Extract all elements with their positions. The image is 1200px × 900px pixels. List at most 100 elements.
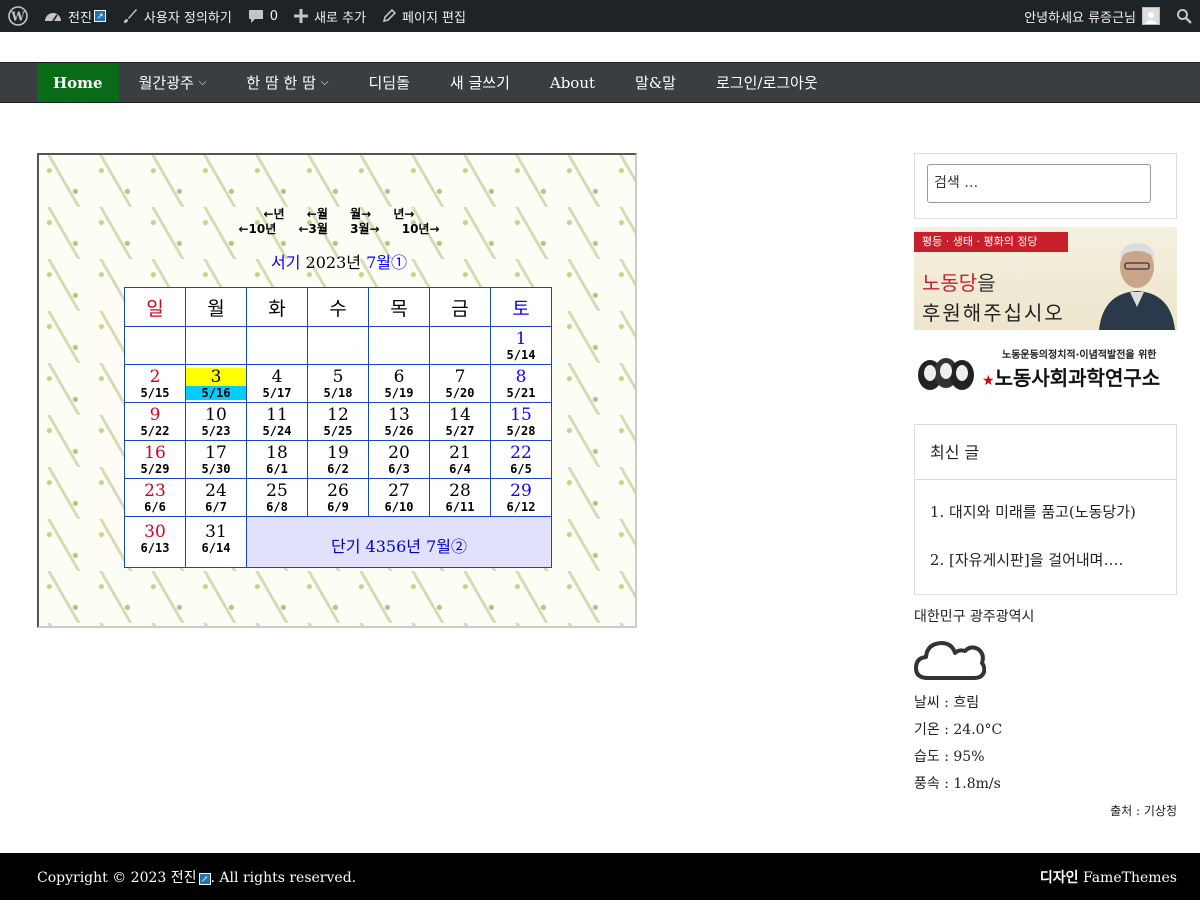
institute-subtitle: 노동운동의정치적·이념적발전을 위한 <box>1002 350 1157 361</box>
calendar-day[interactable]: 8 5/21 <box>490 364 552 403</box>
calendar-day[interactable]: 3 5/16 <box>185 364 247 403</box>
calendar-day[interactable]: 14 5/27 <box>429 402 491 441</box>
calendar-day[interactable]: 11 5/24 <box>246 402 308 441</box>
calendar-day[interactable]: 4 5/17 <box>246 364 308 403</box>
calendar-day[interactable]: 27 6/10 <box>368 478 430 517</box>
calendar-day[interactable]: 15 5/28 <box>490 402 552 441</box>
lunar-date: 5/16 <box>186 386 246 400</box>
recent-post-link[interactable]: [자유게시판]을 걸어내며…. <box>949 550 1176 570</box>
calendar-week: 2 5/15 3 5/16 4 5/17 5 5/18 6 5/19 7 5/20 8 5/21 <box>124 364 552 403</box>
nav-item-login-logout[interactable]: 로그인/로그아웃 <box>696 63 838 102</box>
svg-text:W: W <box>10 10 25 24</box>
calendar-day[interactable]: 23 6/6 <box>124 478 186 517</box>
labor-social-science-institute-banner[interactable]: 노동운동의정치적·이념적발전을 위한 ★노동사회과학연구소 <box>914 343 1177 395</box>
calendar-day[interactable]: 17 5/30 <box>185 440 247 479</box>
lunar-date: 5/20 <box>445 386 475 400</box>
lunar-date: 6/12 <box>506 500 536 514</box>
copyright-suffix: . All rights reserved. <box>210 869 357 886</box>
calendar-week: 16 5/29 17 5/30 18 6/1 19 6/2 20 6/3 21 6/4 22 6/5 <box>124 440 552 479</box>
solar-date: 1 <box>515 329 527 349</box>
site-name-link[interactable]: 전진 ↗ <box>36 0 114 32</box>
calendar-day[interactable]: 13 5/26 <box>368 402 430 441</box>
next-10-years-link[interactable]: 10년→ <box>402 222 440 236</box>
banner-tagline: 평등 · 생태 · 평화의 정당 <box>914 232 1068 252</box>
calendar-day[interactable]: 26 6/9 <box>307 478 369 517</box>
calendar-day[interactable]: 9 5/22 <box>124 402 186 441</box>
next-3-months-link[interactable]: 3월→ <box>350 222 379 236</box>
calendar-day[interactable]: 12 5/25 <box>307 402 369 441</box>
calendar-day[interactable]: 24 6/7 <box>185 478 247 517</box>
calendar-day[interactable]: 1 5/14 <box>490 326 552 365</box>
prev-3-months-link[interactable]: ←3월 <box>298 222 327 236</box>
labor-party-donation-banner[interactable]: 평등 · 생태 · 평화의 정당 노동당을 후원해주십시오 <box>914 227 1177 330</box>
prev-10-years-link[interactable]: ←10년 <box>238 222 276 236</box>
calendar-day[interactable]: 18 6/1 <box>246 440 308 479</box>
lunar-date: 5/29 <box>140 462 170 476</box>
lunar-date: 5/25 <box>323 424 353 438</box>
recent-post-link[interactable]: 대지와 미래를 품고(노동당가) <box>949 502 1176 522</box>
calendar-day[interactable]: 5 5/18 <box>307 364 369 403</box>
theme-author-link[interactable]: FameThemes <box>1083 870 1177 886</box>
comments-link[interactable]: 0 <box>240 0 286 32</box>
prev-month-link[interactable]: ←월 <box>307 207 328 221</box>
wordpress-logo-icon[interactable]: W <box>0 0 36 32</box>
search-widget: 검색 … <box>914 153 1177 219</box>
calendar-day[interactable]: 29 6/12 <box>490 478 552 517</box>
calendar-day[interactable]: 19 6/2 <box>307 440 369 479</box>
nav-item-stitch[interactable]: 한 땀 한 땀 ⌵ <box>226 63 348 102</box>
calendar-day[interactable]: 16 5/29 <box>124 440 186 479</box>
solar-date: 9 <box>149 405 161 425</box>
solar-date: 22 <box>510 443 532 463</box>
account-menu[interactable]: 안녕하세요 류증근님 <box>1016 0 1168 32</box>
admin-search-button[interactable] <box>1168 0 1200 32</box>
calendar-day[interactable]: 25 6/8 <box>246 478 308 517</box>
next-month-link[interactable]: 월→ <box>350 207 371 221</box>
calendar-day[interactable]: 30 6/13 <box>124 516 186 568</box>
calendar-day[interactable]: 10 5/23 <box>185 402 247 441</box>
nav-label: About <box>549 73 596 92</box>
lunar-date: 6/8 <box>266 500 288 514</box>
calendar-day[interactable]: 6 5/19 <box>368 364 430 403</box>
solar-date: 11 <box>266 405 288 425</box>
lunar-date: 6/13 <box>140 541 170 555</box>
edit-page-link[interactable]: 페이지 편집 <box>374 0 474 32</box>
nav-label: 한 땀 한 땀 <box>246 74 316 92</box>
heading-month: 7월① <box>366 253 407 272</box>
chevron-down-icon: ⌵ <box>198 77 207 88</box>
calendar-week: 1 5/14 <box>124 326 552 365</box>
lunar-date: 6/1 <box>266 462 288 476</box>
calendar-day[interactable]: 22 6/5 <box>490 440 552 479</box>
lunar-date: 6/5 <box>510 462 532 476</box>
calendar-day[interactable]: 31 6/14 <box>185 516 247 568</box>
customize-link[interactable]: 사용자 정의하기 <box>114 0 240 32</box>
new-content-link[interactable]: 새로 추가 <box>286 0 374 32</box>
calendar-day[interactable]: 7 5/20 <box>429 364 491 403</box>
lunar-date: 5/17 <box>262 386 292 400</box>
lunar-date: 5/24 <box>262 424 292 438</box>
calendar-empty-cell <box>185 326 247 365</box>
nav-item-home[interactable]: Home <box>37 63 119 102</box>
recent-posts-widget: 최신 글 대지와 미래를 품고(노동당가) [자유게시판]을 걸어내며…. <box>914 424 1177 595</box>
calendar-day[interactable]: 21 6/4 <box>429 440 491 479</box>
solar-date: 23 <box>144 481 166 501</box>
nav-item-new-post[interactable]: 새 글쓰기 <box>430 63 530 102</box>
calendar-day[interactable]: 20 6/3 <box>368 440 430 479</box>
weather-temperature: 기온 : 24.0°C <box>914 722 1003 738</box>
solar-date: 17 <box>205 443 227 463</box>
solar-date: 24 <box>205 481 227 501</box>
nav-item-words[interactable]: 말&말 <box>615 63 696 102</box>
prev-year-link[interactable]: ←년 <box>264 207 285 221</box>
comments-count: 0 <box>269 8 279 24</box>
solar-date: 30 <box>144 522 166 542</box>
solar-date: 4 <box>271 367 283 387</box>
calendar-day[interactable]: 2 5/15 <box>124 364 186 403</box>
search-input[interactable]: 검색 … <box>927 164 1151 203</box>
weekday-header: 화 <box>246 287 308 327</box>
next-year-link[interactable]: 년→ <box>393 207 414 221</box>
greeting: 안녕하세요 류증근님 <box>1024 10 1136 26</box>
solar-date: 3 <box>186 368 246 386</box>
calendar-day[interactable]: 28 6/11 <box>429 478 491 517</box>
nav-item-monthly-gwangju[interactable]: 월간광주 ⌵ <box>119 63 227 102</box>
nav-item-stepping-stone[interactable]: 디딤돌 <box>349 63 430 102</box>
nav-item-about[interactable]: About <box>530 63 615 102</box>
